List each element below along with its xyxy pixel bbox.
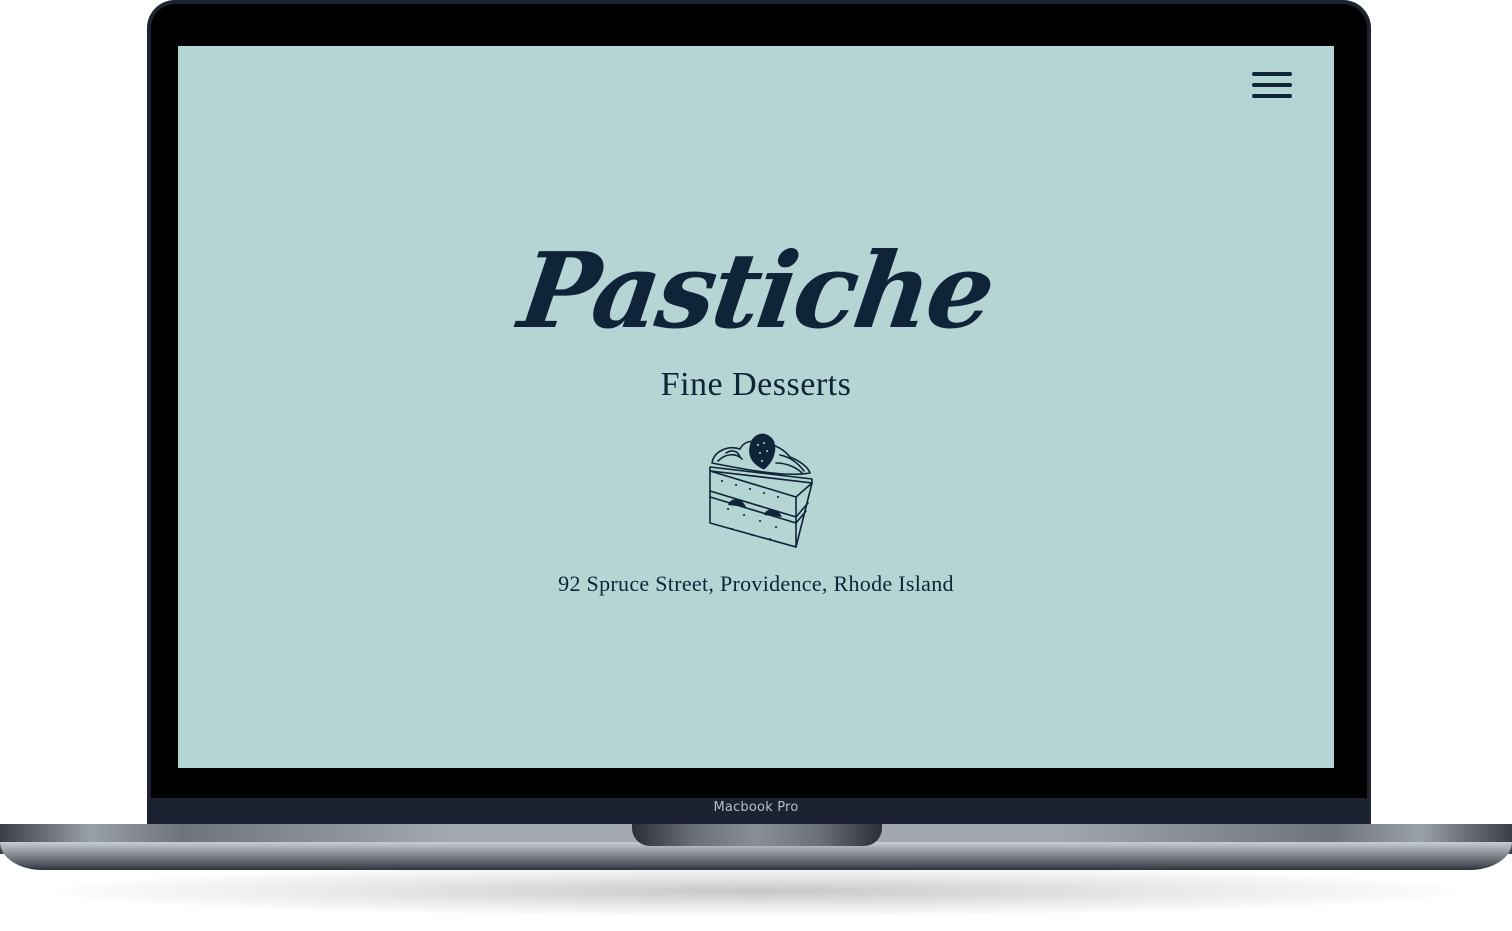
website-screen: Pastiche Fine Desserts 92 Spruce Street,…	[178, 46, 1334, 768]
tagline: Fine Desserts	[660, 366, 852, 403]
menu-button[interactable]	[1252, 72, 1292, 102]
brand-logo-text: Pastiche	[512, 229, 1000, 352]
address-text: 92 Spruce Street, Providence, Rhode Isla…	[558, 571, 954, 596]
laptop-mockup: Macbook Pro Pastiche Fine Desserts 92 Sp…	[0, 0, 1512, 931]
trackpad-notch	[632, 824, 882, 846]
cake-slice-illustration	[709, 433, 813, 548]
device-model-label: Macbook Pro	[713, 800, 799, 815]
laptop-base	[0, 842, 1512, 870]
laptop-shadow	[60, 866, 1452, 916]
hero-section: Pastiche Fine Desserts 92 Spruce Street,…	[178, 221, 1334, 597]
